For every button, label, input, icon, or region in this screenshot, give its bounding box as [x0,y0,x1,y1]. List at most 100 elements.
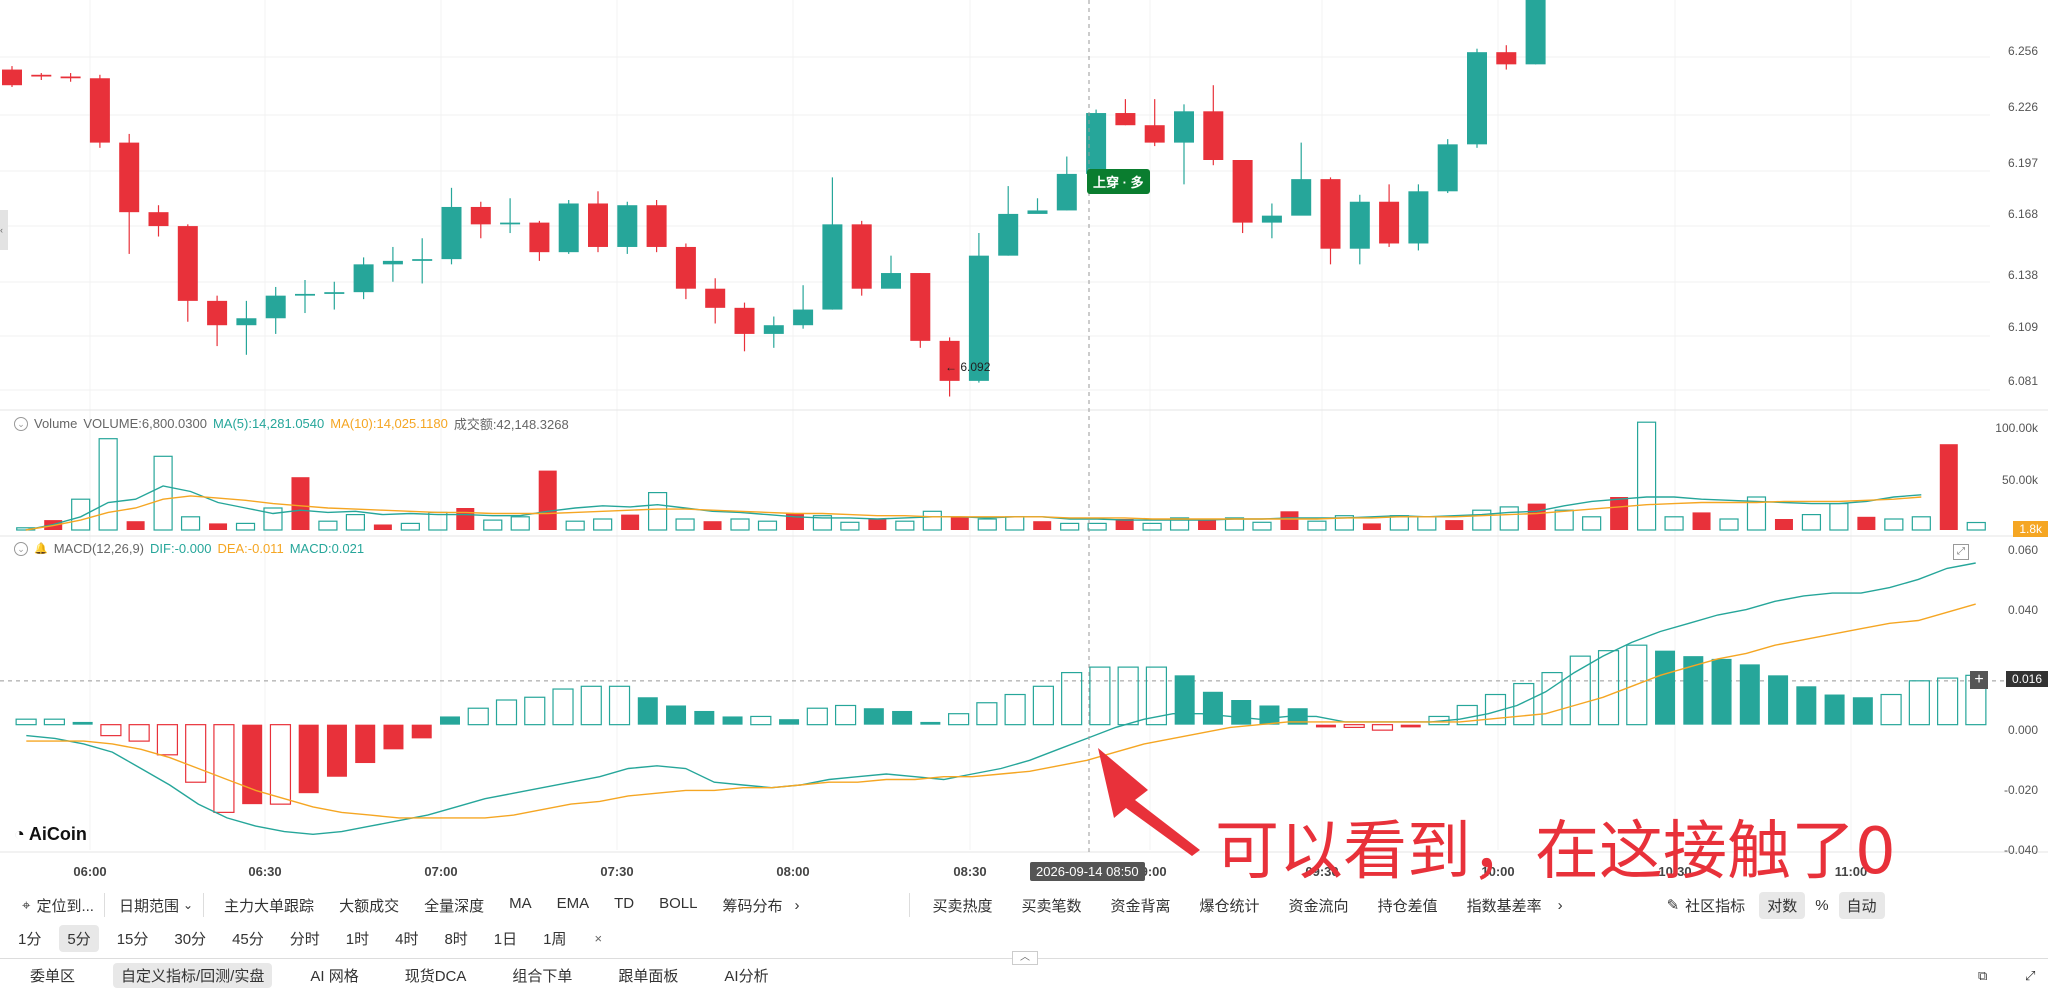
macd-histogram-bar [242,724,263,805]
timeframe-8[interactable]: 8时 [436,925,475,952]
bottom-tab-4[interactable]: 组合下单 [504,963,580,988]
volume-bar [98,438,118,531]
community-indicator-button[interactable]: 社区指标 [1685,895,1745,916]
price-axis-label: 6.226 [2007,100,2038,114]
volume-bar [1142,522,1162,531]
logo-icon: ◔ [14,824,25,844]
indicator-item[interactable]: 筹码分布 [722,895,782,916]
indicator-item[interactable]: TD [614,895,634,916]
volume-bar [1499,506,1519,531]
chevron-right-icon[interactable]: › [1558,897,1563,914]
indicator-toolbar: ⌖ 定位到... 日期范围 ⌄ 主力大单跟踪 大额成交 全量深度 MA EMA TD BOL… [0,890,2048,920]
volume-bar [1636,421,1657,531]
crosshair-add-icon[interactable]: + [1970,671,1988,689]
collapse-icon[interactable]: ⌄ [14,541,28,556]
data-indicator-item[interactable]: 资金流向 [1289,895,1349,916]
candle-body [1437,144,1458,192]
volume-bar [1389,515,1409,531]
low-price-marker: ← 6.092 [945,360,991,374]
candle-body [382,260,403,265]
expand-icon[interactable]: ⤢ [2025,968,2035,984]
candle-body [119,142,140,213]
timeframe-2[interactable]: 15分 [109,925,157,952]
bottom-tab-1[interactable]: 自定义指标/回测/实盘 [113,963,273,988]
time-axis-label: 06:00 [73,864,107,879]
candle-body [910,273,931,341]
volume-ma5: MA(5):14,281.0540 [212,416,325,431]
indicator-item[interactable]: 大额成交 [339,895,399,916]
timeframe-0[interactable]: 1分 [10,925,49,952]
volume-current-tag: 1.8k [2013,521,2048,537]
data-indicator-item[interactable]: 指数基差率 [1467,895,1542,916]
percent-toggle[interactable]: % [1815,897,1828,914]
log-scale-toggle[interactable]: 对数 [1759,891,1806,919]
candle-body [1467,52,1487,145]
data-indicator-item[interactable]: 资金背离 [1111,895,1171,916]
locate-button[interactable]: 定位到... [36,895,94,916]
macd-dea-line [26,603,1976,819]
candle-body [353,264,374,293]
bottom-tab-0[interactable]: 委单区 [22,963,83,988]
candle-body [470,206,491,225]
bottom-tab-5[interactable]: 跟单面板 [610,963,686,988]
bottom-tab-2[interactable]: AI 网格 [302,963,366,988]
macd-histogram-bar [948,713,970,726]
popout-icon[interactable]: ⧉ [1978,968,1987,984]
indicator-item[interactable]: MA [509,895,532,916]
timeframe-7[interactable]: 4时 [387,925,426,952]
timeframe-6[interactable]: 1时 [338,925,377,952]
macd-histogram-bar [976,702,998,726]
candle-body [148,212,169,227]
timeframe-10[interactable]: 1周 [535,925,574,952]
candle-body [89,78,110,143]
price-axis-label: 6.197 [2007,156,2038,170]
bottom-panel-tabs: 委单区 自定义指标/回测/实盘 AI 网格 现货DCA 组合下单 跟单面板 AI分析 ⧉ ⤢ [0,962,2048,989]
chevron-down-icon[interactable]: ⌄ [183,898,193,912]
data-indicator-item[interactable]: 买卖热度 [932,895,992,916]
bell-icon[interactable]: 🔔 [34,542,48,555]
macd-histogram-bar [1937,677,1959,726]
volume-bar [703,521,722,530]
indicator-item[interactable]: 主力大单跟踪 [224,895,314,916]
close-icon[interactable]: × [594,931,602,946]
volume-bar [1307,520,1327,531]
date-range-button[interactable]: 日期范围 [119,895,179,916]
volume-bar [1664,516,1684,531]
price-axis-label: 6.109 [2007,320,2038,334]
volume-legend: ⌄ Volume VOLUME:6,800.0300 MA(5):14,281.… [14,414,569,433]
chevron-right-icon[interactable]: › [794,897,799,914]
volume-bar [1198,520,1217,530]
indicator-item[interactable]: BOLL [659,895,697,916]
bottom-tab-3[interactable]: 现货DCA [397,963,475,988]
timeframe-1[interactable]: 5分 [59,924,99,952]
volume-bar [1033,521,1052,530]
macd-histogram-bar [779,719,800,725]
bottom-tab-6[interactable]: AI分析 [716,963,776,988]
data-indicator-item[interactable]: 爆仓统计 [1200,895,1260,916]
timeframe-5[interactable]: 分时 [282,925,328,952]
collapse-icon[interactable]: ⌄ [14,416,28,431]
divider [203,893,205,917]
locate-icon[interactable]: ⌖ [22,897,30,914]
indicator-item[interactable]: EMA [557,895,590,916]
macd-histogram-bar [1004,693,1026,726]
data-indicator-list: 买卖热度 买卖笔数 资金背离 爆仓统计 资金流向 持仓差值 指数基差率 [932,895,1541,916]
data-indicator-item[interactable]: 买卖笔数 [1022,895,1082,916]
macd-histogram-bar [1259,705,1280,725]
timeframe-4[interactable]: 45分 [224,925,272,952]
community-icon[interactable]: ✎ [1667,896,1680,914]
volume-bar [922,510,942,531]
candle-body [1232,160,1253,223]
macd-histogram-bar [1655,650,1676,725]
trading-chart[interactable] [0,0,2048,890]
timeframe-3[interactable]: 30分 [166,925,214,952]
macd-histogram-bar [1117,666,1139,726]
data-indicator-item[interactable]: 持仓差值 [1378,895,1438,916]
candle-body [998,213,1019,256]
side-collapse-handle[interactable]: ‹ [0,210,8,250]
auto-scale-toggle[interactable]: 自动 [1838,891,1885,919]
timeframe-9[interactable]: 1日 [486,925,525,952]
signal-badge[interactable]: 上穿 · 多 [1087,169,1150,194]
expand-icon[interactable]: ⤢ [1953,544,1969,560]
indicator-item[interactable]: 全量深度 [424,895,484,916]
